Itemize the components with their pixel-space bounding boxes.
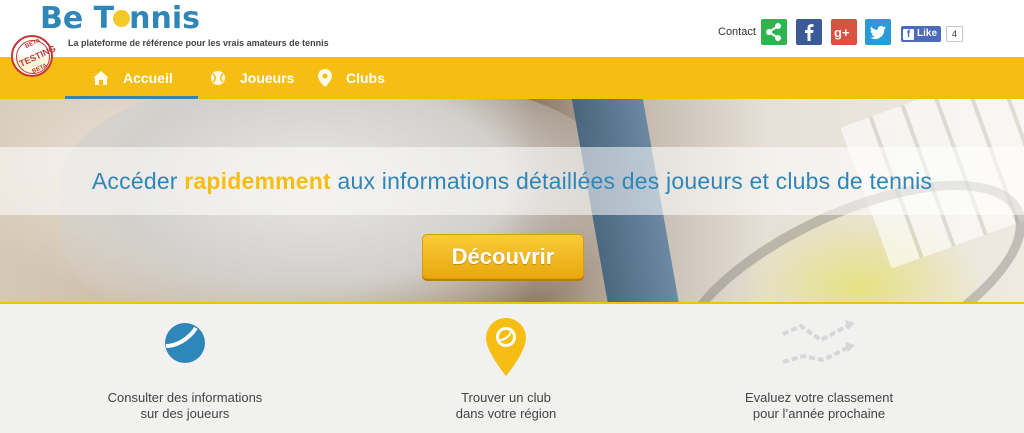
share-button[interactable] [761, 19, 787, 45]
discover-button[interactable]: Découvrir [422, 234, 584, 279]
main-nav: Accueil Joueurs Clubs [0, 57, 1024, 99]
tennis-ball-icon [165, 323, 205, 363]
trend-chart-icon [782, 320, 855, 364]
site-logo[interactable]: Be T nnis [40, 2, 200, 36]
hero-title-start: Accéder [91, 168, 185, 194]
feature-players-text: Consulter des informations sur des joueu… [55, 390, 315, 422]
feature-clubs[interactable]: Trouver un club dans votre région [376, 304, 636, 433]
feature-ranking-text: Evaluez votre classement pour l’année pr… [689, 390, 949, 422]
svg-text:g+: g+ [834, 25, 850, 40]
features-section: Consulter des informations sur des joueu… [0, 304, 1024, 433]
logo-text-end: nnis [129, 1, 200, 36]
stamp-top-text: BETA [24, 37, 42, 51]
feature-line: pour l’année prochaine [752, 406, 886, 421]
feature-line: dans votre région [455, 406, 557, 421]
hero-title: Accéder rapidemment aux informations dét… [0, 168, 1024, 195]
feature-line: Evaluez votre classement [744, 390, 894, 405]
site-header: Be T nnis La plateforme de référence pour… [0, 0, 1024, 77]
hero-banner: Accéder rapidemment aux informations dét… [0, 99, 1024, 303]
club-location-pin-icon [486, 318, 526, 376]
feature-line: Trouver un club [461, 390, 551, 405]
home-icon [93, 71, 109, 85]
like-label: Like [917, 28, 938, 39]
feature-clubs-text: Trouver un club dans votre région [376, 390, 636, 422]
nav-item-label: Clubs [346, 70, 385, 86]
twitter-button[interactable] [865, 19, 891, 45]
nav-item-joueurs[interactable]: Joueurs [210, 57, 294, 99]
nav-item-clubs[interactable]: Clubs [318, 57, 385, 99]
facebook-button[interactable] [796, 19, 822, 45]
facebook-like-button[interactable]: f Like [901, 26, 942, 42]
logo-text-start: Be T [40, 1, 115, 36]
beta-testing-stamp: BETA TESTING BETA [11, 35, 57, 77]
feature-players[interactable]: Consulter des informations sur des joueu… [55, 304, 315, 433]
map-pin-icon [318, 69, 332, 87]
feature-line: sur des joueurs [140, 406, 230, 421]
nav-item-label: Accueil [123, 70, 173, 86]
nav-item-accueil[interactable]: Accueil [93, 57, 173, 99]
hero-title-end: aux informations détaillées des joueurs … [330, 168, 933, 194]
facebook-f-icon: f [903, 28, 914, 40]
feature-ranking[interactable]: Evaluez votre classement pour l’année pr… [689, 304, 949, 433]
google-plus-icon: g+ [834, 25, 850, 40]
twitter-icon [870, 25, 886, 39]
tennis-ball-icon [210, 70, 226, 86]
feature-line: Consulter des informations [107, 390, 263, 405]
like-count-badge: 4 [946, 26, 964, 42]
contact-link[interactable]: Contact [718, 26, 756, 38]
site-tagline: La plateforme de référence pour les vrai… [68, 38, 329, 48]
tennis-ball-logo-icon [113, 10, 131, 27]
google-plus-button[interactable]: g+ [831, 19, 857, 45]
facebook-icon [805, 24, 814, 41]
hero-title-highlight: rapidemment [184, 168, 331, 194]
share-icon [766, 23, 781, 41]
nav-item-label: Joueurs [240, 70, 295, 86]
